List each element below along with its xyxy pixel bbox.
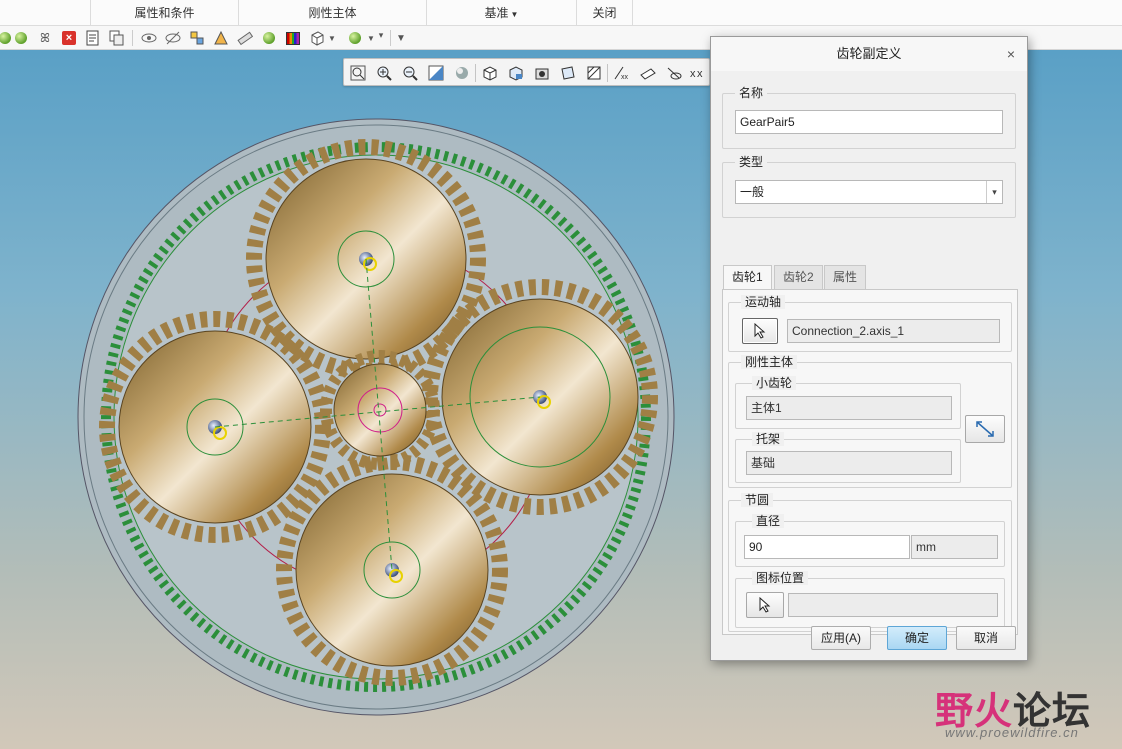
- annotation-display-icon[interactable]: [638, 63, 658, 83]
- close-icon[interactable]: ×: [1003, 46, 1019, 62]
- spin-center-icon[interactable]: [664, 63, 684, 83]
- carrier-legend: 托架: [752, 432, 785, 446]
- ok-button[interactable]: 确定: [887, 626, 947, 650]
- chevron-down-icon[interactable]: ▾: [986, 181, 1002, 203]
- overflow-icon[interactable]: ▼: [393, 29, 409, 47]
- perspective-icon[interactable]: [558, 63, 578, 83]
- swap-bodies-button[interactable]: [965, 415, 1005, 443]
- icon-position-legend: 图标位置: [752, 571, 809, 585]
- cancel-red-icon[interactable]: ×: [60, 29, 78, 47]
- sphere-icon[interactable]: [12, 29, 30, 47]
- eye-icon[interactable]: [140, 29, 158, 47]
- watermark-url: www.proewildfire.cn: [945, 725, 1079, 740]
- toolbar-separator: [475, 64, 476, 82]
- tab-properties[interactable]: 属性: [824, 265, 867, 289]
- motion-axis-field[interactable]: Connection_2.axis_1: [787, 319, 1000, 343]
- pitch-circle-section: 节圆 直径 90 mm 图标位置: [728, 493, 1012, 632]
- diameter-field[interactable]: 90: [744, 535, 910, 559]
- toolbar-separator: [390, 30, 391, 46]
- delete-icon[interactable]: ꕤ: [36, 29, 54, 47]
- cursor-arrow-icon: [754, 323, 766, 339]
- type-section: 类型 一般 ▾: [722, 155, 1016, 218]
- tab-gear2[interactable]: 齿轮2: [774, 265, 823, 289]
- svg-text:x: x: [690, 68, 696, 80]
- sphere-icon[interactable]: [260, 29, 278, 47]
- datum-display-icon[interactable]: xx: [612, 63, 632, 83]
- icon-position-select-button[interactable]: [746, 592, 784, 618]
- ribbon-group-bar: 属性和条件 刚性主体 基准 ▼ 关闭: [0, 0, 1122, 26]
- shading-icon[interactable]: [452, 63, 472, 83]
- ribbon-group-label: 刚性主体: [308, 6, 357, 20]
- svg-text:xx: xx: [621, 74, 629, 81]
- motion-axis-section: 运动轴 Connection_2.axis_1: [728, 295, 1012, 352]
- carrier-section: 托架 基础: [735, 432, 961, 483]
- ribbon-group-datum[interactable]: 基准 ▼: [426, 0, 576, 26]
- layers-icon[interactable]: [188, 29, 206, 47]
- svg-text:x: x: [697, 68, 703, 80]
- pitch-circle-legend: 节圆: [741, 493, 774, 507]
- ribbon-group-label: 关闭: [592, 6, 617, 20]
- ribbon-group-properties-conditions[interactable]: 属性和条件: [90, 0, 238, 26]
- ribbon-group-close[interactable]: 关闭: [576, 0, 632, 26]
- hide-icon[interactable]: [164, 29, 182, 47]
- toolbar-separator: [132, 30, 133, 46]
- display-style-icon[interactable]: xx: [688, 63, 708, 83]
- ribbon-group-label: 基准: [484, 6, 509, 20]
- ribbon-group-rigid-body[interactable]: 刚性主体: [238, 0, 426, 26]
- type-legend: 类型: [735, 155, 768, 169]
- appearance-color-icon[interactable]: [284, 29, 302, 47]
- apply-button[interactable]: 应用(A): [811, 626, 871, 650]
- motion-axis-legend: 运动轴: [741, 295, 786, 309]
- section-icon[interactable]: [584, 63, 604, 83]
- name-legend: 名称: [735, 86, 768, 100]
- swap-arrows-icon: [976, 421, 994, 437]
- pinion-section: 小齿轮 主体1: [735, 376, 961, 429]
- zoom-out-icon[interactable]: [400, 63, 420, 83]
- dialog-title: 齿轮副定义: [711, 37, 1027, 71]
- gear-assembly-model[interactable]: [0, 50, 710, 749]
- ribbon-group-label: 属性和条件: [134, 6, 195, 20]
- unit-field: mm: [911, 535, 998, 559]
- motion-axis-select-button[interactable]: [742, 318, 778, 344]
- cube-icon[interactable]: [308, 29, 326, 47]
- tab-panel-gear1: 运动轴 Connection_2.axis_1 刚性主体 小齿轮 主体1 托架 …: [722, 289, 1018, 635]
- repaint-icon[interactable]: [426, 63, 446, 83]
- view-manager-icon[interactable]: [532, 63, 552, 83]
- chevron-down-icon[interactable]: ▼: [327, 29, 337, 47]
- icon-position-section: 图标位置: [735, 571, 1005, 628]
- cancel-button[interactable]: 取消: [956, 626, 1016, 650]
- tab-gear1[interactable]: 齿轮1: [723, 265, 772, 290]
- refit-icon[interactable]: [348, 63, 368, 83]
- model-icon[interactable]: [212, 29, 230, 47]
- chevron-down-icon[interactable]: ▾: [374, 26, 388, 44]
- toolbar-separator: [607, 64, 608, 82]
- rigid-body-legend: 刚性主体: [741, 355, 798, 369]
- measure-icon[interactable]: [236, 29, 254, 47]
- rigid-body-section: 刚性主体 小齿轮 主体1 托架 基础: [728, 355, 1012, 488]
- type-select-value: 一般: [740, 185, 765, 199]
- diameter-section: 直径 90 mm: [735, 514, 1005, 567]
- cursor-arrow-icon: [759, 597, 771, 613]
- pinion-field[interactable]: 主体1: [746, 396, 952, 420]
- copy-icon[interactable]: [108, 29, 126, 47]
- chevron-down-icon: ▼: [510, 10, 519, 19]
- ribbon-group-empty: [632, 0, 1122, 26]
- pinion-legend: 小齿轮: [752, 376, 797, 390]
- gear-pair-definition-dialog: 齿轮副定义 × 名称 GearPair5 类型 一般 ▾ 齿轮1 齿轮2 属性 …: [710, 36, 1028, 661]
- saved-views-icon[interactable]: [506, 63, 526, 83]
- view-toolbar: xx xx: [343, 58, 710, 86]
- icon-position-field[interactable]: [788, 593, 998, 617]
- name-field[interactable]: GearPair5: [735, 110, 1003, 134]
- carrier-field[interactable]: 基础: [746, 451, 952, 475]
- document-icon[interactable]: [84, 29, 102, 47]
- standard-orientation-icon[interactable]: [480, 63, 500, 83]
- type-select[interactable]: 一般 ▾: [735, 180, 1003, 204]
- sphere-icon[interactable]: [346, 29, 364, 47]
- name-section: 名称 GearPair5: [722, 86, 1016, 149]
- zoom-in-icon[interactable]: [374, 63, 394, 83]
- diameter-legend: 直径: [752, 514, 785, 528]
- ribbon-group-blank: [0, 0, 90, 26]
